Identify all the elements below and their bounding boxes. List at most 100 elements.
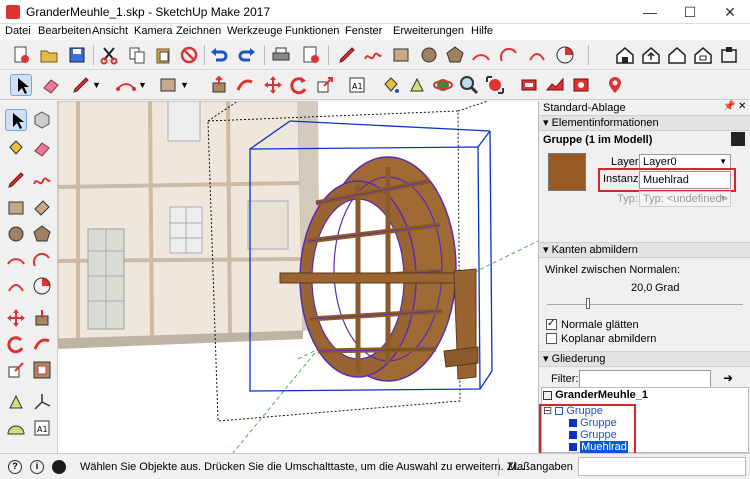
offset-tool-icon[interactable] [31, 359, 53, 381]
arc-tool-left-icon[interactable] [5, 249, 27, 271]
outliner-header[interactable]: ▾ Gliederung [539, 351, 750, 367]
menu-funktionen[interactable]: Funktionen [285, 25, 339, 37]
smooth-normals-checkbox[interactable]: ✓ [546, 318, 557, 330]
cut-icon[interactable] [98, 44, 120, 66]
select-tool-icon[interactable] [5, 109, 27, 131]
scale-icon[interactable] [314, 74, 336, 96]
protractor-icon[interactable] [5, 417, 27, 439]
soften-edges-header[interactable]: ▾ Kanten abmildern [539, 242, 750, 258]
angle-slider-thumb[interactable] [586, 298, 591, 309]
coplanar-checkbox[interactable] [546, 333, 557, 344]
outliner-item-muehlrad[interactable]: Muehlrad [569, 441, 628, 453]
paint-bucket-icon[interactable] [380, 74, 402, 96]
two-point-arc-icon[interactable] [31, 249, 53, 271]
freehand-tool-icon[interactable] [31, 169, 53, 191]
outliner-item-gruppe-2[interactable]: Gruppe [569, 429, 617, 441]
polygon-icon[interactable] [444, 44, 466, 66]
axes-tool-icon[interactable] [31, 391, 53, 413]
eraser-tool-icon[interactable] [31, 137, 53, 159]
menu-datei[interactable]: Datei [5, 25, 31, 37]
print-icon[interactable] [270, 44, 292, 66]
minimize-button[interactable]: — [630, 0, 670, 24]
three-point-arc-icon[interactable] [5, 275, 27, 297]
tape-tool-icon[interactable] [5, 391, 27, 413]
entity-info-header[interactable]: ▾ Elementinformationen [539, 115, 750, 131]
text-tool-icon[interactable]: A1 [31, 417, 53, 439]
zoom-icon[interactable] [458, 74, 480, 96]
menu-hilfe[interactable]: Hilfe [471, 25, 493, 37]
component-warehouse-icon[interactable] [692, 44, 714, 66]
warehouse-icon[interactable] [614, 44, 636, 66]
follow-me-tool-icon[interactable] [31, 333, 53, 355]
measurements-field[interactable] [578, 457, 746, 476]
follow-me-icon[interactable] [234, 74, 256, 96]
orbit-icon[interactable] [432, 74, 454, 96]
close-button[interactable]: ✕ [710, 0, 750, 24]
copy-icon[interactable] [126, 44, 148, 66]
outliner-filter-input[interactable] [579, 370, 711, 388]
geo-status-icon[interactable]: ? [8, 460, 22, 474]
menu-zeichnen[interactable]: Zeichnen [176, 25, 221, 37]
rectangle-icon[interactable] [390, 44, 412, 66]
undo-icon[interactable] [208, 44, 230, 66]
menu-erweiterungen[interactable]: Erweiterungen [393, 25, 464, 37]
menu-ansicht[interactable]: Ansicht [92, 25, 128, 37]
outliner-root[interactable]: GranderMeuhle_1 [543, 389, 648, 401]
redo-icon[interactable] [236, 44, 258, 66]
menu-kamera[interactable]: Kamera [134, 25, 173, 37]
geo-location-icon[interactable] [604, 74, 626, 96]
outliner-item-gruppe[interactable]: ⊟ Gruppe [543, 404, 603, 417]
polygon-tool-icon[interactable] [31, 223, 53, 245]
shape-tool-icon[interactable] [157, 74, 179, 96]
paste-icon[interactable] [152, 44, 174, 66]
maximize-button[interactable]: ☐ [670, 0, 710, 24]
angle-slider-track[interactable] [547, 304, 743, 305]
rectangle-tool-icon[interactable] [5, 197, 27, 219]
material-swatch[interactable] [548, 153, 586, 191]
terrain-icon[interactable] [544, 74, 566, 96]
push-pull-tool-icon[interactable] [31, 307, 53, 329]
line-tool-icon[interactable] [70, 74, 92, 96]
arc2-icon[interactable] [498, 44, 520, 66]
tape-measure-icon[interactable] [406, 74, 428, 96]
menu-bearbeiten[interactable]: Bearbeiten [38, 25, 91, 37]
eraser-icon[interactable] [40, 74, 62, 96]
move-tool-icon[interactable] [5, 307, 27, 329]
make-component-icon[interactable] [31, 109, 53, 131]
circle-icon[interactable] [418, 44, 440, 66]
arc-icon[interactable] [470, 44, 492, 66]
zoom-extents-icon[interactable] [484, 74, 506, 96]
move-icon[interactable] [262, 74, 284, 96]
arc3-icon[interactable] [526, 44, 548, 66]
line-pencil-icon[interactable] [5, 169, 27, 191]
outliner-details-arrow-icon[interactable]: ➜ [723, 371, 733, 385]
circle-tool-icon[interactable] [5, 223, 27, 245]
tray-pin-icon[interactable]: 📌 [723, 101, 735, 112]
user-icon[interactable] [52, 460, 66, 474]
model-info-icon[interactable] [300, 44, 322, 66]
outliner-item-gruppe-1[interactable]: Gruppe [569, 417, 617, 429]
credits-icon[interactable]: i [30, 460, 44, 474]
rotated-rectangle-icon[interactable] [31, 197, 53, 219]
line-dropdown-chevron-icon[interactable]: ▼ [92, 80, 101, 90]
rotate-tool-icon[interactable] [5, 333, 27, 355]
freehand-icon[interactable] [362, 44, 384, 66]
instance-name-field[interactable] [639, 171, 731, 189]
erase-icon[interactable] [178, 44, 200, 66]
arc-dropdown-chevron-icon[interactable]: ▼ [138, 80, 147, 90]
open-folder-icon[interactable] [38, 44, 60, 66]
dimension-icon[interactable]: A1 [346, 74, 368, 96]
rotate-icon[interactable] [288, 74, 310, 96]
save-icon[interactable] [66, 44, 88, 66]
entity-details-toggle-icon[interactable] [731, 132, 745, 146]
paint-tool-icon[interactable] [5, 137, 27, 159]
tray-close-icon[interactable]: ✕ [738, 101, 746, 112]
extension-warehouse-icon[interactable] [718, 44, 740, 66]
scale-tool-icon[interactable] [5, 359, 27, 381]
select-arrow-icon[interactable] [10, 74, 32, 96]
pie-icon[interactable] [554, 44, 576, 66]
add-location-icon[interactable] [518, 74, 540, 96]
modeling-viewport[interactable] [58, 101, 538, 453]
pencil-icon[interactable] [336, 44, 358, 66]
expand-minus-icon[interactable]: ⊟ [543, 405, 552, 417]
